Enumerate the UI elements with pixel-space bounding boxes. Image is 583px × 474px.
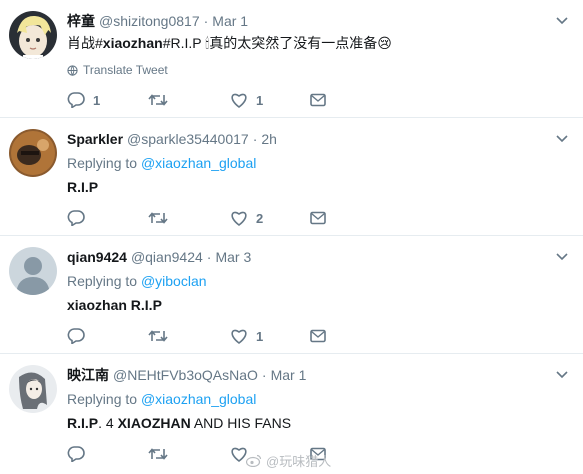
retweet-button[interactable] (148, 92, 186, 108)
separator-dot: · (252, 131, 258, 147)
reply-icon (67, 446, 85, 462)
reply-count: 1 (93, 92, 101, 108)
reply-button[interactable] (67, 328, 103, 344)
separator-dot: · (206, 249, 212, 265)
reply-button[interactable] (67, 210, 103, 226)
direct-message-button[interactable] (310, 93, 326, 107)
replying-label: Replying to (67, 155, 138, 171)
tweet-text-part: #R.I.P 🕯真的太突然了没有一点准备😢 (162, 35, 392, 51)
direct-message-button[interactable] (310, 329, 326, 343)
weibo-logo-icon (246, 454, 262, 467)
like-count: 2 (256, 210, 264, 226)
reply-button[interactable] (67, 446, 103, 462)
heart-icon (231, 329, 247, 344)
tweet-text-part: . 4 (98, 415, 118, 431)
display-name[interactable]: qian9424 (67, 248, 127, 266)
tweet-actions: 1 1 (67, 90, 367, 110)
username[interactable]: @sparkle35440017 (127, 130, 249, 148)
retweet-icon (148, 94, 168, 106)
tweet[interactable]: 梓童 @shizitong0817 · Mar 1 肖战#xiaozhan#R.… (0, 0, 583, 118)
replying-to: Replying to @yiboclan (67, 272, 571, 290)
tweet-actions: 1 (67, 326, 367, 346)
tweet-text-bold: xiaozhan R.I.P (67, 297, 162, 313)
translate-label: Translate Tweet (83, 63, 168, 77)
replying-to: Replying to @xiaozhan_global (67, 390, 571, 408)
envelope-icon (310, 211, 326, 225)
reply-icon (67, 92, 85, 108)
timestamp[interactable]: Mar 3 (215, 248, 251, 266)
avatar[interactable] (9, 365, 57, 413)
display-name[interactable]: Sparkler (67, 130, 123, 148)
retweet-button[interactable] (148, 328, 186, 344)
tweet-text: R.I.P (67, 178, 571, 196)
separator-dot: · (203, 13, 209, 29)
like-count: 1 (256, 92, 264, 108)
avatar[interactable] (9, 129, 57, 177)
tweet[interactable]: Sparkler @sparkle35440017 · 2h Replying … (0, 118, 583, 236)
tweet[interactable]: qian9424 @qian9424 · Mar 3 Replying to @… (0, 236, 583, 354)
timestamp[interactable]: Mar 1 (271, 366, 307, 384)
watermark-text: @玩味猎人 (266, 454, 332, 469)
retweet-icon (148, 330, 168, 342)
like-button[interactable]: 1 (230, 328, 266, 344)
username[interactable]: @NEHtFVb3oQAsNaO (113, 366, 258, 384)
chevron-down-icon[interactable] (553, 366, 571, 384)
tweet-text-part: AND HIS FANS (190, 415, 292, 431)
direct-message-button[interactable] (310, 211, 326, 225)
tweet-actions: 2 (67, 208, 367, 228)
mention-link[interactable]: @xiaozhan_global (141, 155, 256, 171)
reply-icon (67, 328, 85, 344)
watermark: @玩味猎人 (246, 451, 331, 470)
timestamp[interactable]: Mar 1 (212, 12, 248, 30)
envelope-icon (310, 93, 326, 107)
username[interactable]: @shizitong0817 (99, 12, 200, 30)
username[interactable]: @qian9424 (131, 248, 203, 266)
chevron-down-icon[interactable] (553, 12, 571, 30)
timestamp[interactable]: 2h (261, 130, 277, 148)
tweet-text-bold: R.I.P (67, 179, 99, 195)
envelope-icon (310, 329, 326, 343)
tweet-text-part: 肖战# (67, 35, 103, 51)
tweet-feed: 梓童 @shizitong0817 · Mar 1 肖战#xiaozhan#R.… (0, 0, 583, 474)
replying-to: Replying to @xiaozhan_global (67, 154, 571, 172)
display-name[interactable]: 映江南 (67, 366, 109, 384)
tweet-text-bold: R.I.P (67, 415, 99, 431)
like-count: 1 (256, 328, 264, 344)
avatar[interactable] (9, 11, 57, 59)
reply-icon (67, 210, 85, 226)
heart-icon (231, 93, 247, 108)
retweet-icon (148, 448, 168, 460)
chevron-down-icon[interactable] (553, 130, 571, 148)
display-name[interactable]: 梓童 (67, 12, 95, 30)
tweet-text: 肖战#xiaozhan#R.I.P 🕯真的太突然了没有一点准备😢 (67, 34, 571, 52)
replying-label: Replying to (67, 273, 138, 289)
chevron-down-icon[interactable] (553, 248, 571, 266)
like-button[interactable]: 2 (230, 210, 266, 226)
retweet-icon (148, 212, 168, 224)
avatar[interactable] (9, 247, 57, 295)
globe-icon (67, 64, 78, 76)
hashtag-text: xiaozhan (102, 35, 163, 51)
replying-label: Replying to (67, 391, 138, 407)
tweet-text: R.I.P. 4 XIAOZHAN AND HIS FANS (67, 414, 571, 432)
like-button[interactable]: 1 (230, 92, 266, 108)
translate-tweet-link[interactable]: Translate Tweet (67, 63, 571, 77)
mention-link[interactable]: @yiboclan (141, 273, 207, 289)
separator-dot: · (261, 367, 267, 383)
retweet-button[interactable] (148, 210, 186, 226)
tweet-text-bold: XIAOZHAN (117, 415, 191, 431)
retweet-button[interactable] (148, 446, 186, 462)
heart-icon (231, 211, 247, 226)
reply-button[interactable]: 1 (67, 92, 103, 108)
mention-link[interactable]: @xiaozhan_global (141, 391, 256, 407)
tweet-text: xiaozhan R.I.P (67, 296, 571, 314)
